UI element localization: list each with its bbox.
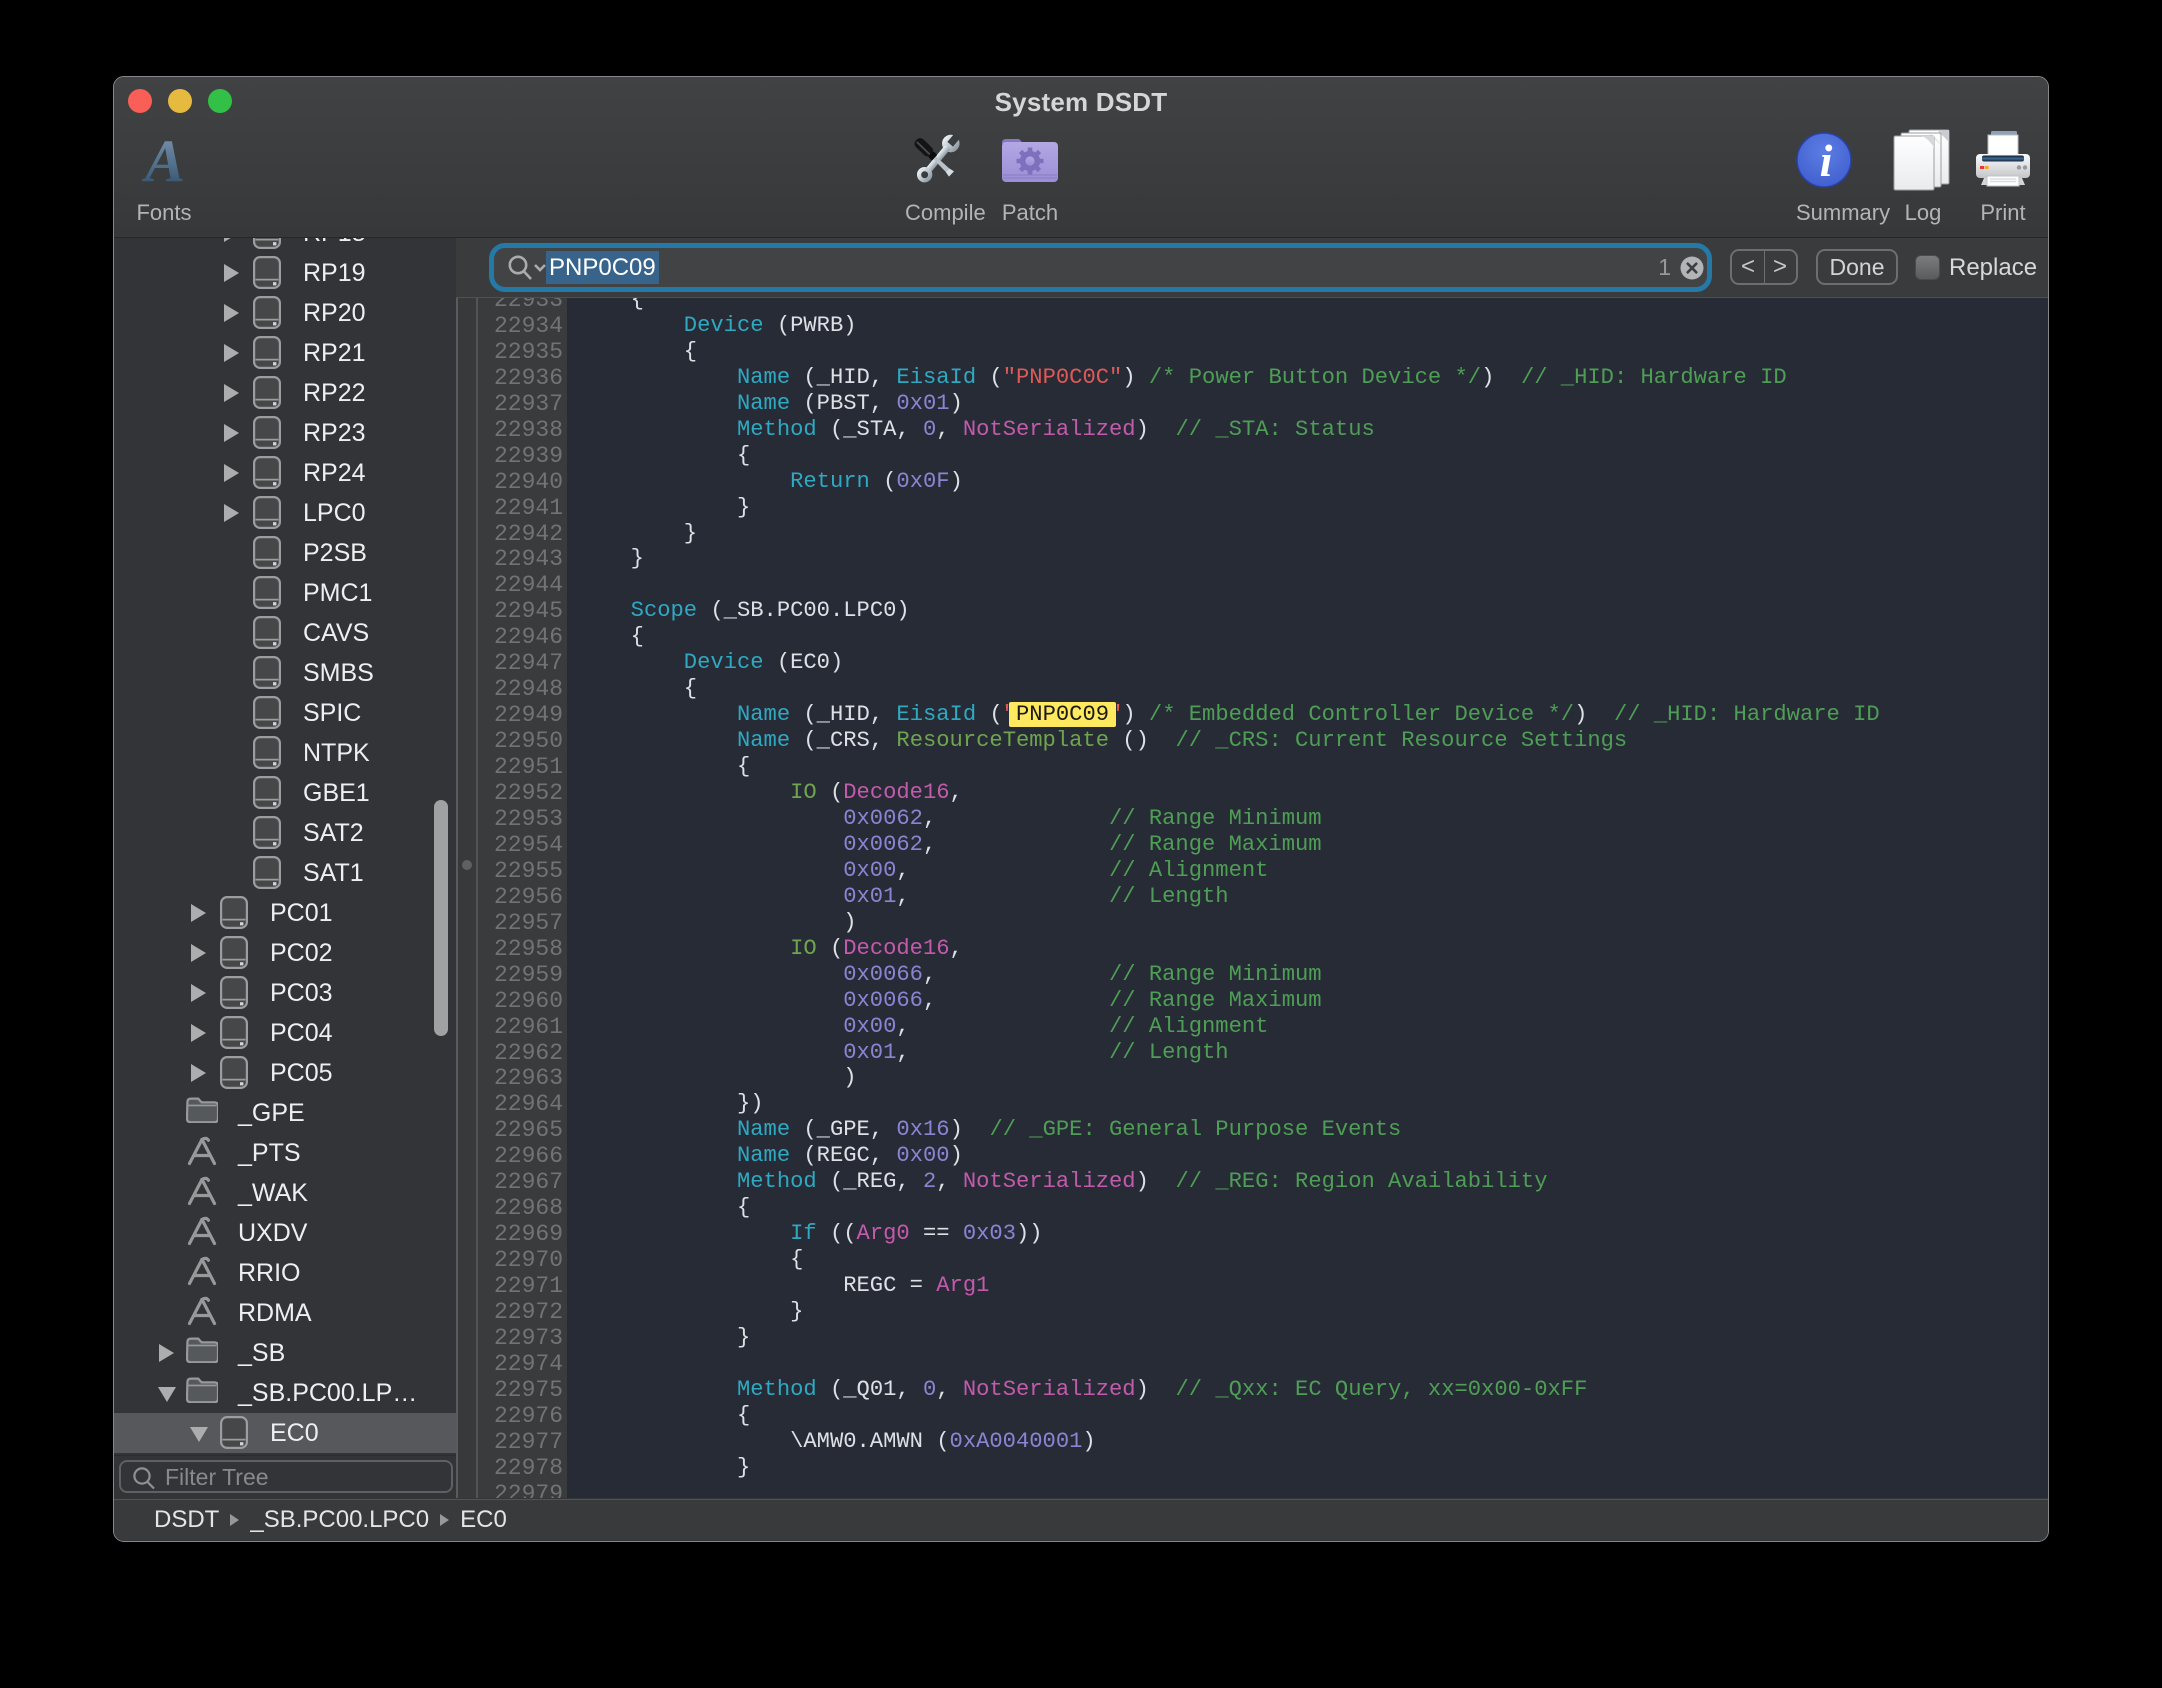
svg-text:i: i (1820, 135, 1833, 186)
svg-text:A: A (141, 128, 185, 192)
